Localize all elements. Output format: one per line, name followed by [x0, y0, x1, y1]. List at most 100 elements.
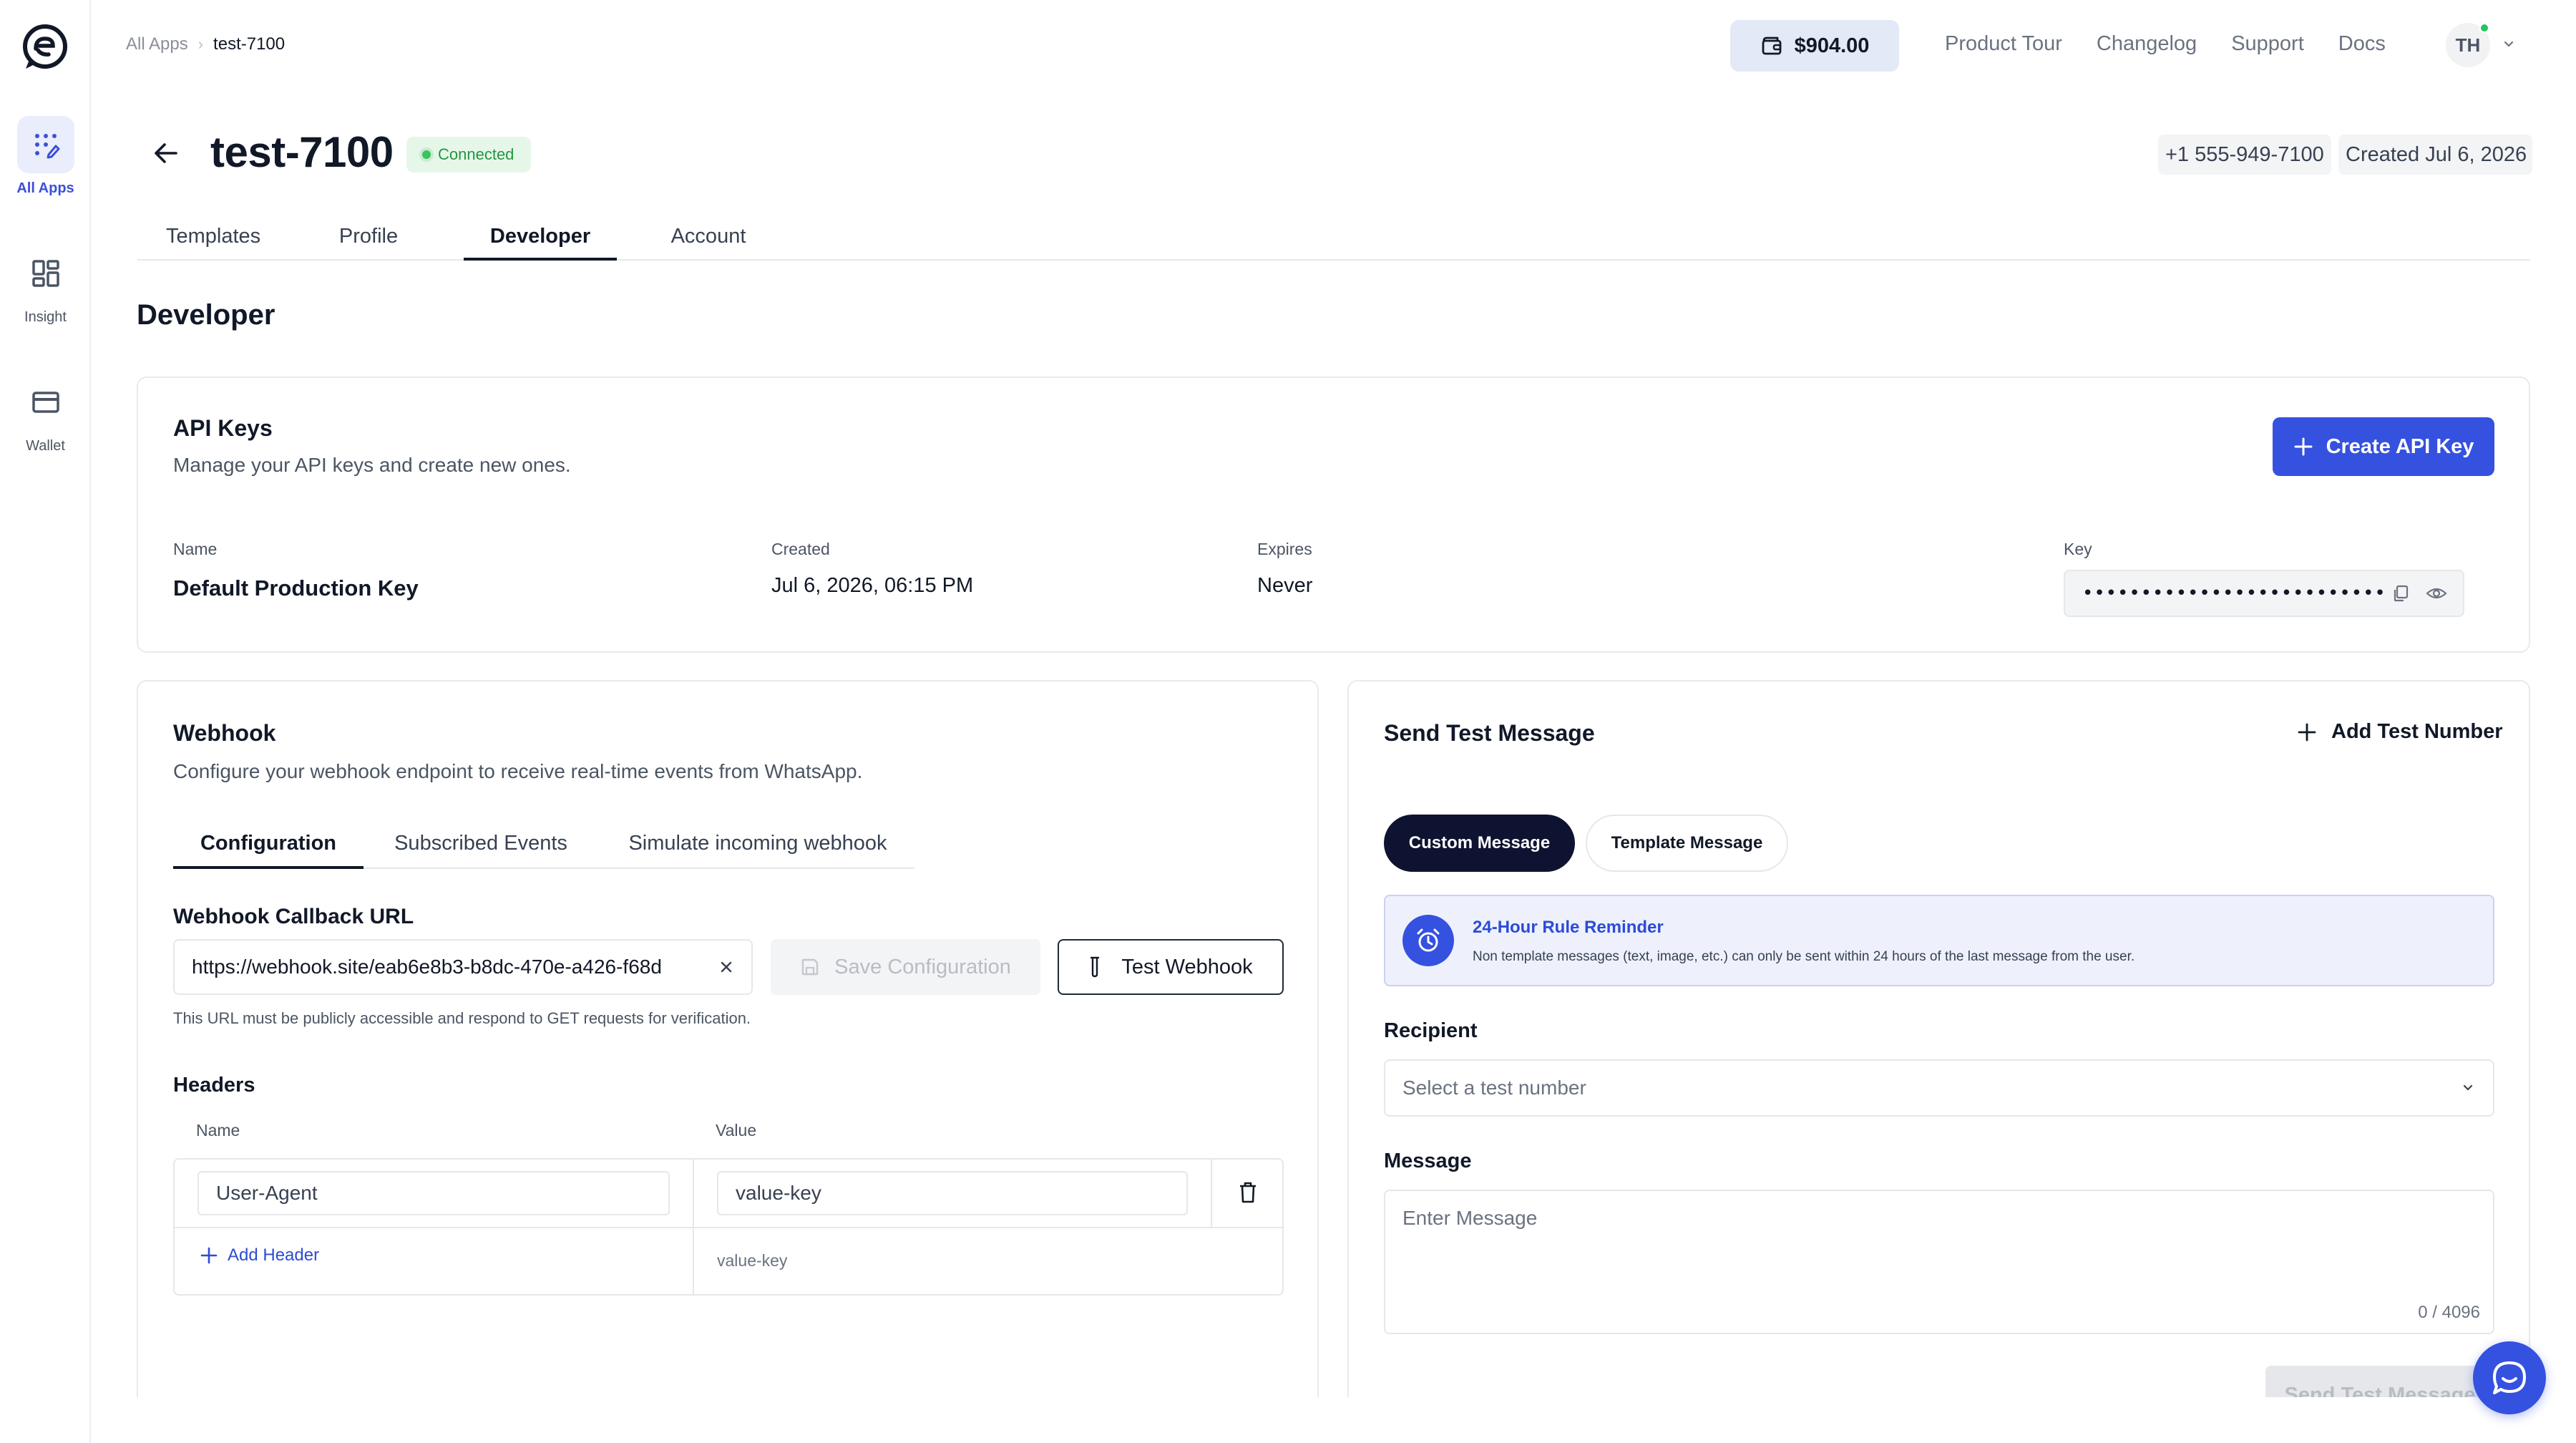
- header-name-input[interactable]: User-Agent: [197, 1171, 670, 1215]
- chevron-down-icon[interactable]: [2502, 37, 2516, 52]
- tab-configuration[interactable]: Configuration: [173, 832, 364, 869]
- chat-support-icon[interactable]: [2473, 1341, 2546, 1414]
- tab-templates[interactable]: Templates: [166, 225, 260, 261]
- webhook-title: Webhook: [173, 720, 276, 746]
- headers-name-column: Name: [196, 1121, 240, 1140]
- save-icon: [800, 957, 820, 977]
- recipient-placeholder: Select a test number: [1402, 1077, 1586, 1099]
- alarm-clock-icon: [1402, 915, 1454, 966]
- webhook-url-value: https://webhook.site/eab6e8b3-b8dc-470e-…: [192, 956, 662, 978]
- message-textarea[interactable]: Enter Message 0 / 4096: [1384, 1190, 2494, 1334]
- api-key-name: Default Production Key: [173, 575, 419, 601]
- sidebar-item-all-apps[interactable]: All Apps: [0, 116, 91, 197]
- breadcrumb: All Apps › test-7100: [126, 34, 285, 54]
- status-dot-icon: [422, 150, 431, 159]
- apps-icon: [16, 116, 74, 173]
- headers-value-column: Value: [716, 1121, 757, 1140]
- custom-message-tab[interactable]: Custom Message: [1384, 815, 1575, 872]
- character-counter: 0 / 4096: [2418, 1303, 2480, 1322]
- tab-subscribed-events[interactable]: Subscribed Events: [394, 832, 568, 869]
- api-keys-subtitle: Manage your API keys and create new ones…: [173, 454, 571, 476]
- online-status-dot: [2479, 23, 2489, 33]
- reminder-banner: 24-Hour Rule Reminder Non template messa…: [1384, 895, 2494, 986]
- recipient-label: Recipient: [1384, 1019, 1478, 1042]
- product-tour-link[interactable]: Product Tour: [1945, 32, 2062, 56]
- api-key-expires: Never: [1257, 574, 1313, 597]
- breadcrumb-current: test-7100: [213, 34, 286, 54]
- column-expires-label: Expires: [1257, 540, 1312, 558]
- back-arrow-icon[interactable]: [150, 137, 182, 169]
- wallet-balance: $904.00: [1794, 34, 1870, 57]
- divider: [693, 1160, 694, 1294]
- page-tabs: Templates Profile Developer Account: [137, 212, 2530, 261]
- viewport-bottom-edge: [92, 1397, 2576, 1443]
- clear-icon[interactable]: [718, 959, 734, 975]
- message-label: Message: [1384, 1150, 1472, 1172]
- changelog-link[interactable]: Changelog: [2097, 32, 2197, 56]
- plus-icon: [200, 1247, 218, 1264]
- add-header-button[interactable]: Add Header: [200, 1245, 319, 1265]
- sidebar-item-label: Insight: [24, 309, 67, 325]
- webhook-card: [137, 680, 1319, 1443]
- api-key-field: ••••••••••••••••••••••••••: [2064, 570, 2464, 617]
- tab-profile[interactable]: Profile: [336, 225, 401, 261]
- add-header-label: Add Header: [228, 1245, 320, 1265]
- api-keys-title: API Keys: [173, 415, 273, 441]
- api-key-masked: ••••••••••••••••••••••••••: [2082, 583, 2386, 604]
- headers-table: User-Agent value-key Add Header value-ke…: [173, 1158, 1284, 1296]
- page-title: test-7100: [210, 128, 394, 176]
- status-text: Connected: [438, 145, 514, 163]
- breadcrumb-all-apps-link[interactable]: All Apps: [126, 34, 188, 54]
- template-message-tab[interactable]: Template Message: [1586, 815, 1788, 872]
- section-title: Developer: [137, 299, 275, 331]
- reminder-body: Non template messages (text, image, etc.…: [1473, 949, 2135, 964]
- api-key-created: Jul 6, 2026, 06:15 PM: [771, 574, 974, 597]
- sidebar-item-label: Wallet: [26, 438, 65, 454]
- status-badge: Connected: [406, 137, 532, 173]
- webhook-subtitle: Configure your webhook endpoint to recei…: [173, 760, 863, 782]
- phone-number: +1 555-949-7100: [2158, 135, 2331, 175]
- tab-account[interactable]: Account: [668, 225, 748, 261]
- trash-icon[interactable]: [1238, 1181, 1258, 1204]
- save-configuration-label: Save Configuration: [834, 955, 1011, 978]
- sidebar-item-label: All Apps: [16, 180, 74, 196]
- create-api-key-button[interactable]: Create API Key: [2273, 417, 2494, 476]
- webhook-tabs: Configuration Subscribed Events Simulate…: [173, 827, 914, 869]
- eye-icon[interactable]: [2426, 584, 2447, 603]
- add-test-number-button[interactable]: Add Test Number: [2297, 720, 2503, 744]
- column-name-label: Name: [173, 540, 218, 558]
- add-test-number-label: Add Test Number: [2331, 720, 2503, 743]
- headers-label: Headers: [173, 1074, 255, 1097]
- breadcrumb-separator-icon: ›: [197, 35, 204, 53]
- sidebar-item-wallet[interactable]: Wallet: [0, 374, 91, 455]
- test-tube-icon: [1088, 956, 1101, 978]
- plus-icon: [2297, 722, 2317, 742]
- support-link[interactable]: Support: [2231, 32, 2304, 56]
- created-date: Created Jul 6, 2026: [2338, 135, 2533, 175]
- brand-logo-icon[interactable]: [20, 21, 70, 72]
- send-test-message-title: Send Test Message: [1384, 720, 1595, 746]
- card-icon: [17, 374, 74, 431]
- test-webhook-button[interactable]: Test Webhook: [1058, 939, 1284, 995]
- webhook-url-label: Webhook Callback URL: [173, 905, 414, 928]
- recipient-select[interactable]: Select a test number: [1384, 1059, 2494, 1117]
- tab-simulate-webhook[interactable]: Simulate incoming webhook: [627, 832, 889, 869]
- tab-developer[interactable]: Developer: [464, 225, 617, 261]
- sidebar-item-insight[interactable]: Insight: [0, 245, 91, 326]
- new-header-value-placeholder: value-key: [717, 1251, 788, 1270]
- create-api-key-label: Create API Key: [2326, 434, 2474, 458]
- grid-icon: [17, 245, 74, 302]
- test-webhook-label: Test Webhook: [1121, 955, 1253, 978]
- webhook-url-input[interactable]: https://webhook.site/eab6e8b3-b8dc-470e-…: [173, 939, 753, 995]
- header-value-input[interactable]: value-key: [717, 1171, 1188, 1215]
- top-nav-links: Product Tour Changelog Support Docs: [1945, 32, 2386, 56]
- message-placeholder: Enter Message: [1402, 1207, 1538, 1229]
- column-key-label: Key: [2064, 540, 2092, 558]
- webhook-url-hint: This URL must be publicly accessible and…: [173, 1009, 751, 1027]
- divider: [1211, 1160, 1212, 1227]
- save-configuration-button[interactable]: Save Configuration: [771, 939, 1040, 995]
- sidebar: All Apps Insight Wallet: [0, 0, 91, 1443]
- wallet-balance-button[interactable]: $904.00: [1730, 20, 1899, 72]
- copy-icon[interactable]: [2391, 584, 2410, 603]
- docs-link[interactable]: Docs: [2338, 32, 2386, 56]
